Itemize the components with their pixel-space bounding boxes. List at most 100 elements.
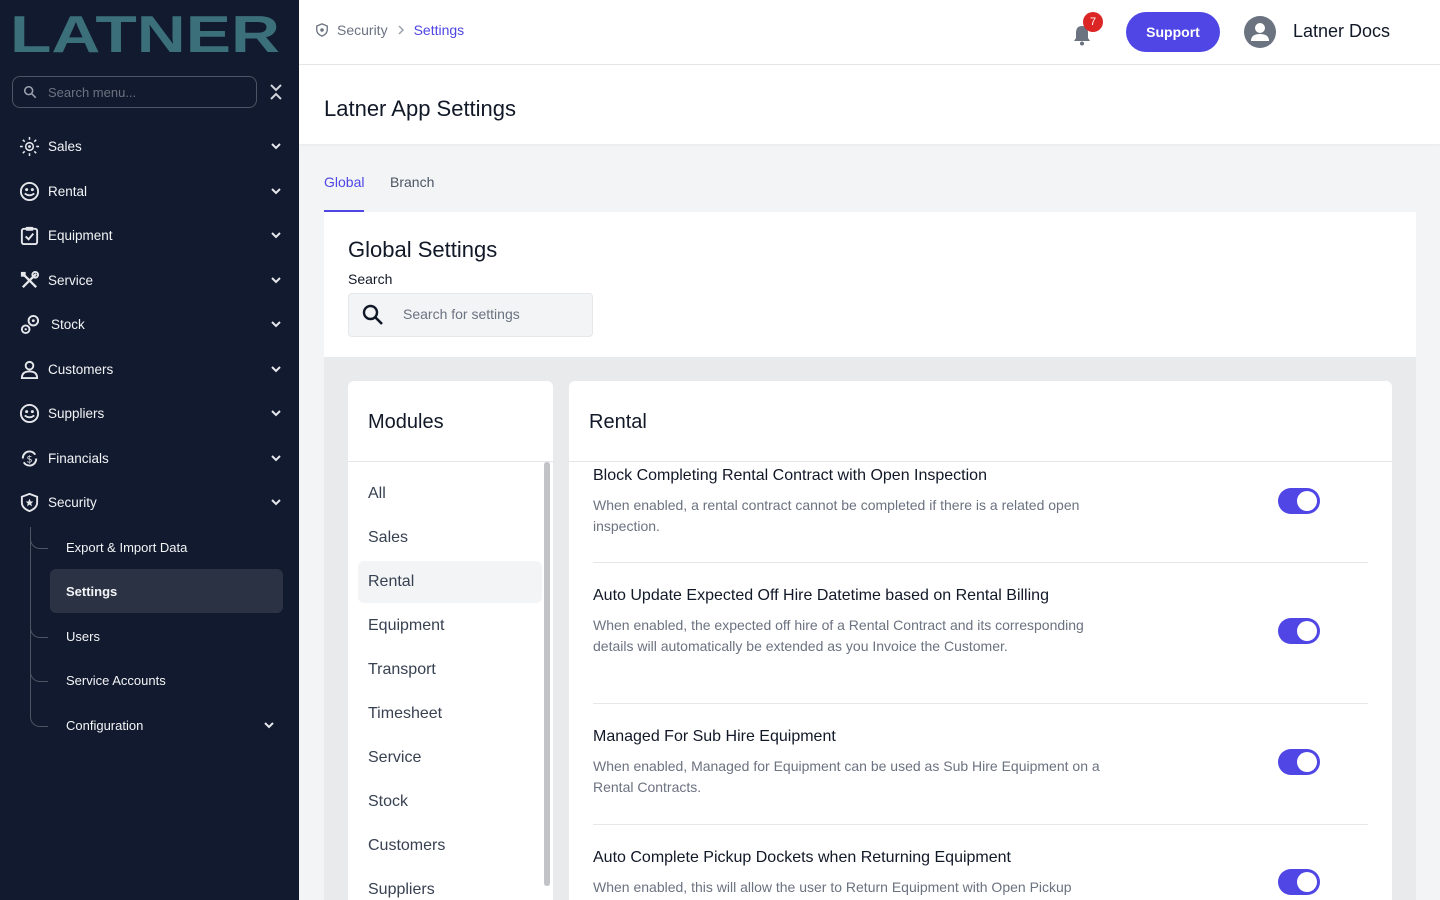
sidebar-item-rental[interactable]: Rental	[0, 171, 299, 211]
sidebar-item-label: Customers	[48, 361, 114, 377]
search-icon	[362, 304, 383, 325]
sidebar-subitem-service-accounts[interactable]: Service Accounts	[50, 658, 283, 702]
sidebar-search[interactable]	[12, 76, 257, 108]
divider	[593, 562, 1368, 563]
sidebar-item-label: Service	[48, 272, 94, 288]
setting-toggle[interactable]	[1278, 488, 1320, 514]
sidebar-item-equipment[interactable]: Equipment	[0, 215, 299, 255]
search-icon	[23, 85, 37, 99]
submenu-connector	[30, 618, 48, 638]
module-item-customers[interactable]: Customers	[358, 825, 542, 867]
sidebar-item-customers[interactable]: Customers	[0, 349, 299, 389]
notification-badge: 7	[1083, 12, 1103, 32]
breadcrumb-parent[interactable]: Security	[337, 22, 388, 38]
rental-title: Rental	[589, 411, 647, 433]
module-item-timesheet[interactable]: Timesheet	[358, 693, 542, 735]
submenu-connector	[30, 529, 48, 549]
setting-toggle[interactable]	[1278, 618, 1320, 644]
setting-title: Auto Update Expected Off Hire Datetime b…	[593, 587, 1049, 604]
global-settings-card: Global Settings Search	[324, 212, 1416, 357]
setting-description: When enabled, a rental contract cannot b…	[593, 497, 1080, 534]
sidebar-search-input[interactable]	[48, 84, 238, 100]
sidebar-subitem-label: Configuration	[66, 717, 144, 733]
divider	[593, 824, 1368, 825]
module-item-equipment[interactable]: Equipment	[358, 605, 542, 647]
dollar-refresh-icon: $	[21, 450, 38, 467]
latner-logo[interactable]: LATNER	[10, 8, 280, 56]
chevron-down-icon	[271, 321, 281, 328]
chevron-down-icon	[271, 277, 281, 284]
chevron-down-icon	[271, 188, 281, 195]
chevron-down-icon	[271, 410, 281, 417]
setting-toggle[interactable]	[1278, 869, 1320, 895]
user-name[interactable]: Latner Docs	[1293, 21, 1390, 42]
sales-icon	[19, 136, 40, 157]
page-title: Latner App Settings	[324, 96, 517, 121]
settings-search-label: Search	[348, 271, 393, 287]
modules-panel: Modules All Sales Rental Equipment Trans…	[348, 381, 553, 900]
modules-title: Modules	[368, 411, 444, 433]
sidebar-item-sales[interactable]: Sales	[0, 126, 299, 166]
submenu-connector	[30, 707, 48, 727]
rental-settings-panel: Rental Block Completing Rental Contract …	[569, 381, 1392, 900]
logo-text: LATNER	[10, 8, 280, 56]
sidebar-item-label: Sales	[48, 138, 82, 154]
divider	[569, 461, 1392, 462]
tab-global[interactable]: Global	[324, 174, 365, 212]
setting-description: When enabled, the expected off hire of a…	[593, 617, 1084, 654]
chevron-down-icon	[271, 455, 281, 462]
setting-title: Auto Complete Pickup Dockets when Return…	[593, 849, 1011, 866]
stock-icon	[20, 314, 40, 335]
sidebar-item-label: Equipment	[48, 227, 113, 243]
avatar[interactable]	[1244, 16, 1276, 48]
setting-item: Auto Update Expected Off Hire Datetime b…	[593, 587, 1368, 657]
sidebar-subitem-configuration[interactable]: Configuration	[50, 703, 283, 747]
settings-search-input[interactable]	[403, 306, 583, 322]
support-button[interactable]: Support	[1126, 12, 1220, 52]
sidebar-subitem-users[interactable]: Users	[50, 614, 283, 658]
shield-icon	[316, 23, 328, 37]
setting-description: When enabled, this will allow the user t…	[593, 879, 1072, 895]
submenu-connector	[30, 662, 48, 682]
setting-item: Block Completing Rental Contract with Op…	[593, 467, 1368, 537]
sidebar-item-service[interactable]: Service	[0, 260, 299, 300]
scrollbar-thumb[interactable]	[544, 462, 550, 886]
collapse-icon[interactable]	[268, 82, 284, 102]
setting-title: Block Completing Rental Contract with Op…	[593, 467, 987, 484]
tab-branch[interactable]: Branch	[390, 174, 434, 212]
module-item-service[interactable]: Service	[358, 737, 542, 779]
module-item-stock[interactable]: Stock	[358, 781, 542, 823]
setting-toggle[interactable]	[1278, 749, 1320, 775]
module-item-rental[interactable]: Rental	[358, 561, 542, 603]
breadcrumb-current[interactable]: Settings	[414, 22, 465, 38]
sidebar-subitem-settings[interactable]: Settings	[50, 569, 283, 613]
sidebar-item-financials[interactable]: $ Financials	[0, 438, 299, 478]
clipboard-check-icon	[20, 226, 39, 246]
module-item-suppliers[interactable]: Suppliers	[358, 869, 542, 900]
tools-icon	[20, 270, 40, 288]
module-item-transport[interactable]: Transport	[358, 649, 542, 691]
setting-description: When enabled, Managed for Equipment can …	[593, 758, 1100, 795]
module-item-sales[interactable]: Sales	[358, 517, 542, 559]
sidebar-item-label: Rental	[48, 183, 88, 199]
sidebar-item-suppliers[interactable]: Suppliers	[0, 393, 299, 433]
sidebar-item-label: Security	[48, 494, 97, 510]
sidebar-item-security[interactable]: Security	[0, 482, 299, 522]
breadcrumb: Security Settings	[315, 22, 464, 38]
sidebar-item-stock[interactable]: Stock	[0, 304, 299, 344]
sidebar: LATNER Sales Rental Equipment Service St…	[0, 0, 299, 900]
divider	[593, 703, 1368, 704]
module-item-all[interactable]: All	[358, 473, 542, 515]
sidebar-item-label: Stock	[51, 316, 85, 332]
top-bar: Security Settings 7 Support Latner Docs	[299, 0, 1440, 65]
chevron-down-icon	[271, 499, 281, 506]
chevron-down-icon	[271, 366, 281, 373]
settings-search[interactable]	[348, 293, 593, 337]
sidebar-item-label: Financials	[48, 450, 109, 466]
modules-scrollbar[interactable]	[544, 462, 550, 886]
svg-text:$: $	[26, 454, 32, 465]
chevron-down-icon	[271, 143, 281, 150]
sidebar-subitem-export-import[interactable]: Export & Import Data	[50, 525, 283, 569]
divider	[348, 461, 553, 462]
setting-item: Auto Complete Pickup Dockets when Return…	[593, 849, 1368, 898]
